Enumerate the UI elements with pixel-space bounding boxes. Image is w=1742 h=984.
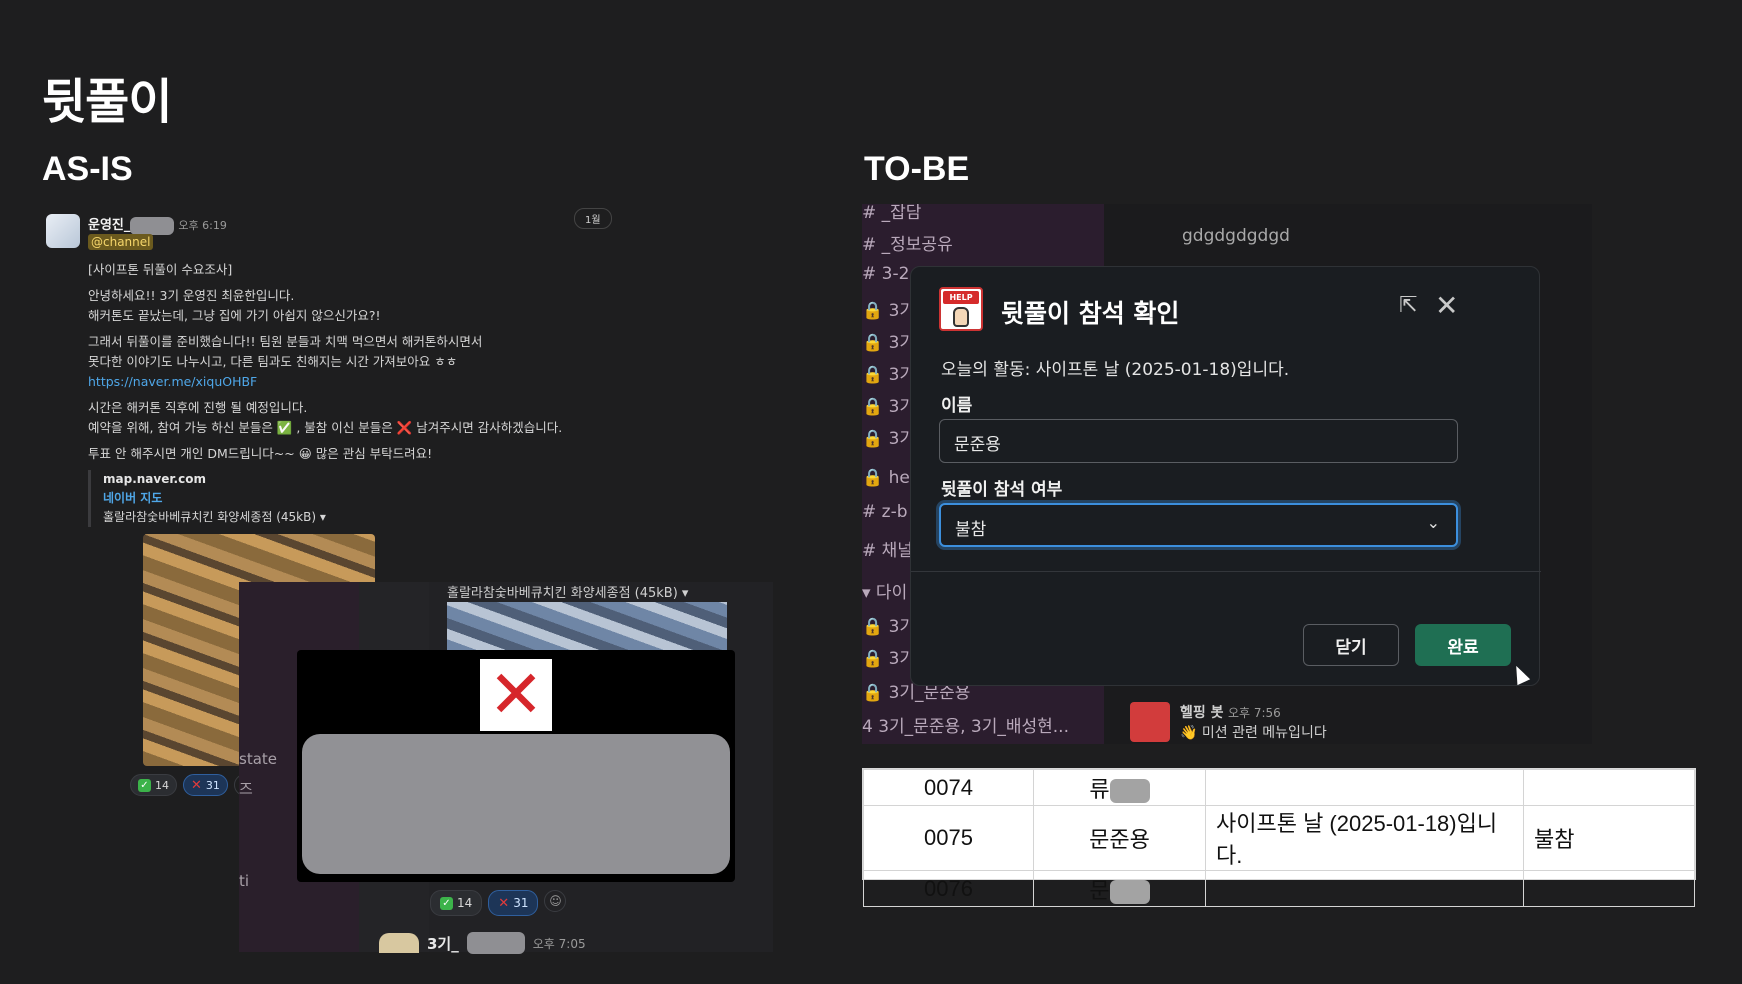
next-message-header: 3기_ 오후 7:05: [379, 932, 586, 954]
bot-time: 오후 7:56: [1227, 706, 1281, 720]
sidebar-item[interactable]: 🔒 3기: [862, 392, 915, 417]
sidebar-item[interactable]: 🔒 3기: [862, 328, 915, 353]
close-button[interactable]: 닫기: [1303, 624, 1399, 666]
message-line: 그래서 뒤풀이를 준비했습니다!! 팀원 분들과 치맥 먹으면서 해커톤하시면서…: [88, 334, 483, 389]
table-row[interactable]: 0076 문: [863, 870, 1695, 907]
bot-name[interactable]: 헬핑 봇: [1180, 705, 1224, 721]
sidebar-item[interactable]: # 3-2: [862, 264, 909, 284]
redacted-name: [1109, 778, 1150, 803]
x-vote-callout: ✕: [297, 650, 735, 882]
unfurl-file[interactable]: 홀랄라참숯바베큐치킨 화양세종점 (45kB) ▾: [103, 508, 388, 527]
avatar[interactable]: [46, 214, 80, 248]
bot-message: 헬핑 봇 오후 7:56 👋 미션 관련 메뉴입니다: [1130, 702, 1327, 742]
message-link[interactable]: https://naver.me/xiquOHBF: [88, 374, 257, 389]
modal-description: 오늘의 활동: 사이프톤 날 (2025-01-18)입니다.: [941, 360, 1290, 380]
asis-heading: AS-IS: [42, 150, 133, 188]
message-line: 안녕하세요!! 3기 운영진 최윤한입니다. 해커톤도 끝났는데, 그냥 집에 가…: [88, 288, 381, 323]
page-title: 뒷풀이: [42, 74, 172, 130]
author-name[interactable]: 운영진_: [88, 218, 130, 233]
help-hand-icon: HELP: [939, 287, 983, 331]
bot-avatar[interactable]: [1130, 702, 1170, 742]
check-reaction[interactable]: ✓ 14: [130, 774, 177, 796]
overlay-food-image: [447, 602, 727, 652]
sidebar-item[interactable]: ▾ 다이: [862, 578, 907, 603]
message-line: 투표 안 해주시면 개인 DM드립니다~~ 😀 많은 관심 부탁드려요!: [88, 446, 433, 461]
table-row[interactable]: 0074 류: [863, 769, 1695, 806]
name-label: 이름: [941, 396, 973, 416]
message-time[interactable]: 오후 6:19: [178, 219, 226, 232]
add-reaction-icon[interactable]: ☺: [544, 890, 567, 912]
redacted-name: [1109, 879, 1150, 904]
big-x-icon: ✕: [480, 659, 552, 731]
chevron-down-icon: ⌄: [1426, 513, 1440, 532]
mouse-cursor-icon: [1509, 662, 1531, 686]
bot-text: 👋 미션 관련 메뉴입니다: [1180, 725, 1327, 741]
attend-select[interactable]: 불참 ⌄: [939, 503, 1458, 547]
sidebar-item[interactable]: 🔒 3기: [862, 424, 915, 449]
channel-message: gdgdgdgdgd: [1182, 226, 1290, 246]
modal-title: 뒷풀이 참석 확인: [1001, 299, 1180, 328]
external-link-icon[interactable]: ⇱: [1399, 293, 1417, 318]
sidebar-item[interactable]: 🔒 3기: [862, 296, 915, 321]
overlay-reaction-bar: ✓ 14 ✕ 31 ☺: [430, 890, 567, 916]
date-divider-chip[interactable]: 1월: [574, 208, 612, 229]
reaction-bar: ✓14 ✕31 ☺: [130, 774, 256, 796]
tobe-screenshot: # _잡담 # _정보공유 # 3-2 🔒 3기 🔒 3기 🔒 3기 🔒 3기 …: [862, 204, 1592, 744]
close-icon[interactable]: ✕: [1435, 289, 1458, 322]
x-reaction[interactable]: ✕ 31: [488, 890, 539, 916]
done-button[interactable]: 완료: [1415, 624, 1511, 666]
zoomed-screenshot: state 즈 ti 홀랄라참숯바베큐치킨 화양세종점 (45kB) ▾ ✕ ✓…: [239, 582, 773, 954]
sidebar-item[interactable]: 🔒 3기: [862, 360, 915, 385]
attendance-modal: HELP 뒷풀이 참석 확인 ⇱ ✕ 오늘의 활동: 사이프톤 날 (2025-…: [910, 266, 1541, 686]
check-icon: ✓: [138, 778, 151, 792]
result-table: 0074 류 0075 문준용 사이프톤 날 (2025-01-18)입니다. …: [863, 769, 1695, 907]
attend-label: 뒷풀이 참석 여부: [941, 480, 1063, 500]
unfurl-title[interactable]: 네이버 지도: [103, 489, 388, 508]
result-sheet: 0074 류 0075 문준용 사이프톤 날 (2025-01-18)입니다. …: [862, 768, 1696, 907]
redacted-block: [302, 734, 730, 874]
tobe-heading: TO-BE: [864, 150, 970, 188]
message-line: [사이프톤 뒤풀이 수요조사]: [88, 262, 233, 277]
unfurl-site: map.naver.com: [103, 472, 206, 486]
channel-mention[interactable]: @channel: [88, 234, 154, 250]
message-header: 운영진_ 오후 6:19: [88, 214, 227, 235]
check-reaction[interactable]: ✓ 14: [430, 890, 483, 916]
avatar[interactable]: [379, 933, 419, 953]
sidebar-item[interactable]: # z-b: [862, 502, 908, 522]
overlay-file-caption: 홀랄라참숯바베큐치킨 화양세종점 (45kB) ▾: [447, 586, 689, 601]
sidebar-item[interactable]: # 채널: [862, 536, 913, 561]
link-unfurl: map.naver.com 네이버 지도 홀랄라참숯바베큐치킨 화양세종점 (4…: [88, 470, 388, 527]
name-input[interactable]: 문준용: [939, 419, 1458, 463]
modal-divider: [911, 571, 1541, 572]
sidebar-item[interactable]: # _정보공유: [862, 230, 953, 255]
redacted-name: [130, 216, 175, 235]
sidebar-item[interactable]: # _잡담: [862, 204, 921, 223]
message-line: 시간은 해커톤 직후에 진행 될 예정입니다. 예약을 위해, 참여 가능 하신 …: [88, 400, 563, 435]
check-icon: ✓: [440, 896, 453, 910]
sidebar-item[interactable]: 🔒 3기: [862, 612, 915, 637]
x-icon: ✕: [498, 895, 510, 911]
table-row[interactable]: 0075 문준용 사이프톤 날 (2025-01-18)입니다. 불참: [863, 805, 1695, 871]
sidebar-item[interactable]: 4 3기_문준용, 3기_배성현...: [862, 712, 1069, 737]
x-icon: ✕: [191, 777, 202, 793]
message-body: [사이프톤 뒤풀이 수요조사] 안녕하세요!! 3기 운영진 최윤한입니다. 해커…: [88, 260, 628, 470]
sidebar-item[interactable]: 🔒 3기: [862, 644, 915, 669]
x-reaction[interactable]: ✕ 31: [183, 774, 228, 796]
